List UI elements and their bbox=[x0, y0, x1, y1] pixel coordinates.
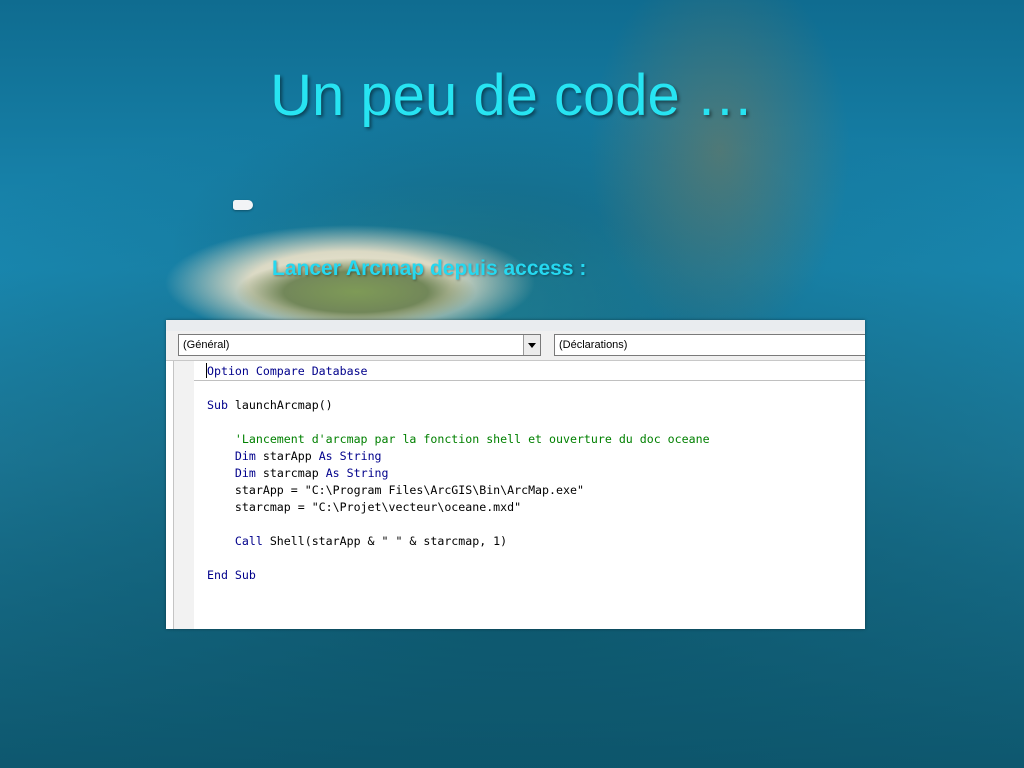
toolbar-strip bbox=[166, 320, 865, 331]
code-line: Call Shell(starApp & " " & starcmap, 1) bbox=[207, 533, 507, 550]
procedure-combo[interactable]: (Déclarations) bbox=[554, 334, 865, 356]
boat bbox=[233, 200, 253, 210]
slide-subtitle: Lancer Arcmap depuis access : bbox=[272, 257, 587, 280]
code-line: starcmap = "C:\Projet\vecteur\oceane.mxd… bbox=[207, 499, 521, 516]
object-combo-dropdown-button[interactable] bbox=[523, 335, 540, 355]
code-line: Dim starcmap As String bbox=[207, 465, 389, 482]
code-keyword: Dim bbox=[207, 449, 256, 463]
code-keyword: Option Compare Database bbox=[207, 364, 368, 378]
code-keyword: Sub bbox=[207, 398, 228, 412]
code-text: starcmap = "C:\Projet\vecteur\oceane.mxd… bbox=[207, 500, 522, 514]
code-text: launchArcmap() bbox=[227, 398, 333, 412]
code-line: starApp = "C:\Program Files\ArcGIS\Bin\A… bbox=[207, 482, 584, 499]
code-text: starcmap bbox=[255, 466, 326, 480]
code-keyword: End Sub bbox=[207, 568, 256, 582]
slide-title: Un peu de code … bbox=[270, 63, 754, 128]
code-comment: 'Lancement d'arcmap par la fonction shel… bbox=[207, 432, 710, 446]
code-text: starApp = "C:\Program Files\ArcGIS\Bin\A… bbox=[207, 483, 584, 497]
code-text: Shell(starApp & " " & starcmap, 1) bbox=[262, 534, 508, 548]
procedure-combo-value: (Déclarations) bbox=[559, 339, 628, 351]
code-line: 'Lancement d'arcmap par la fonction shel… bbox=[207, 431, 710, 448]
code-keyword: As String bbox=[325, 466, 389, 480]
code-line: Dim starApp As String bbox=[207, 448, 382, 465]
object-combo-value: (Général) bbox=[183, 339, 230, 351]
vba-code-window: (Général) (Déclarations) Option Compare … bbox=[166, 320, 865, 629]
code-text: starApp bbox=[255, 449, 319, 463]
code-margin bbox=[173, 361, 195, 629]
code-keyword: Dim bbox=[207, 466, 256, 480]
code-editor[interactable]: Option Compare Database Sub launchArcmap… bbox=[194, 361, 865, 629]
code-line: Option Compare Database bbox=[207, 363, 368, 380]
code-line: Sub launchArcmap() bbox=[207, 397, 333, 414]
combo-bar: (Général) (Déclarations) bbox=[166, 331, 865, 361]
code-keyword: Call bbox=[207, 534, 263, 548]
code-line: End Sub bbox=[207, 567, 256, 584]
chevron-down-icon bbox=[528, 343, 536, 348]
object-combo[interactable]: (Général) bbox=[178, 334, 541, 356]
code-keyword: As String bbox=[318, 449, 382, 463]
